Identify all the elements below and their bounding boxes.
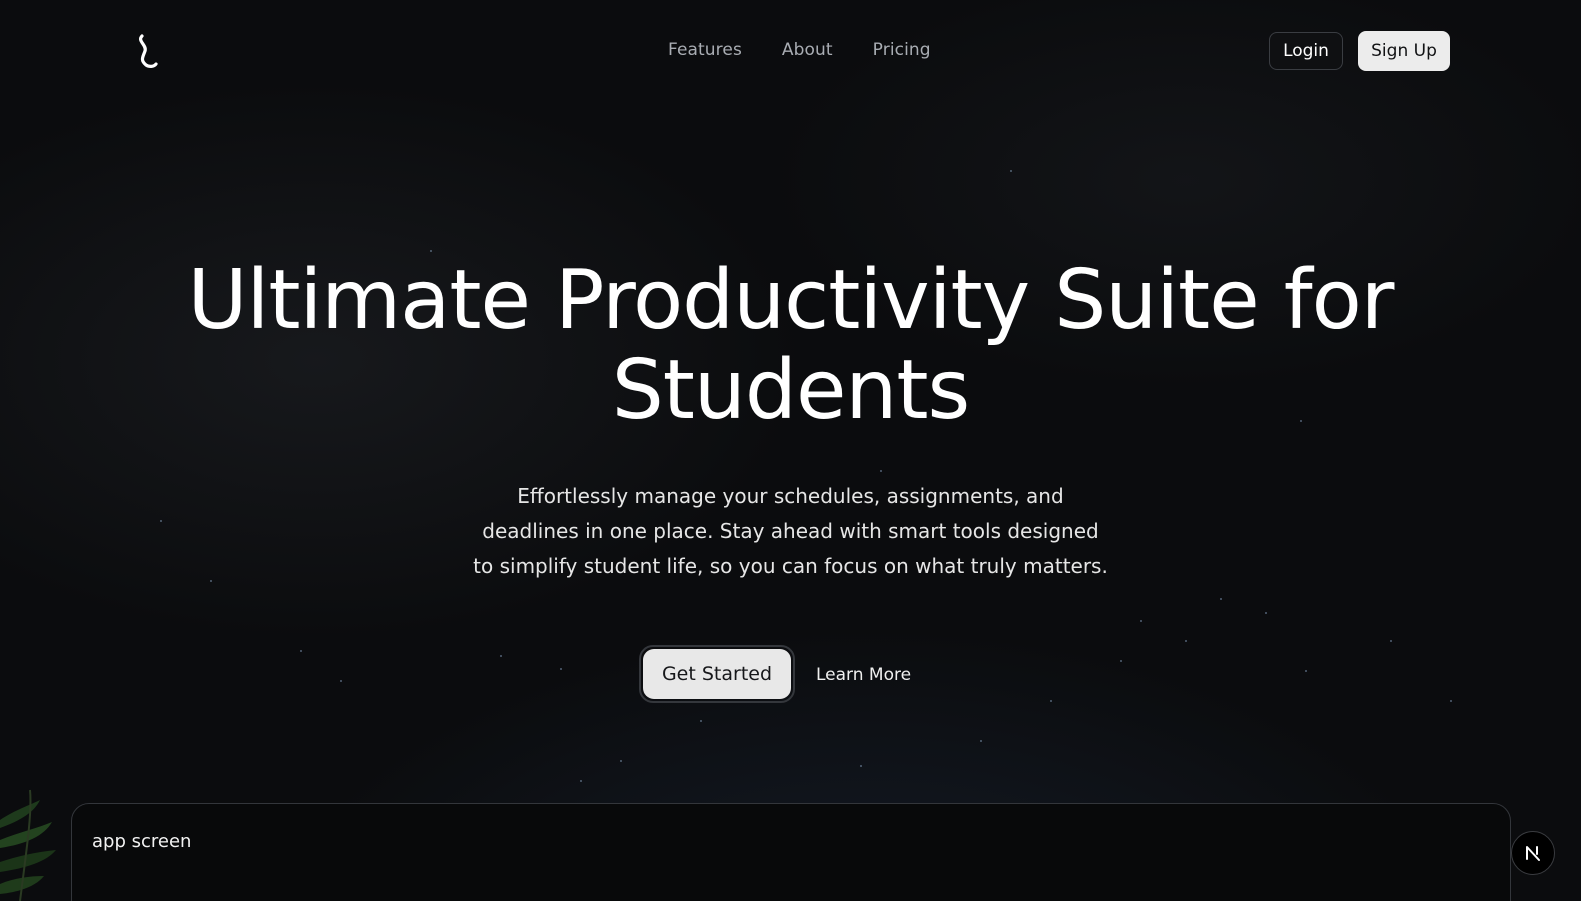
nav-link-about[interactable]: About	[782, 40, 833, 60]
hero-title-line-2: Students	[611, 343, 971, 438]
squiggle-logo-icon[interactable]	[134, 32, 164, 72]
login-button[interactable]: Login	[1269, 32, 1343, 70]
get-started-button-ring: Get Started	[639, 645, 795, 703]
hero-subtitle: Effortlessly manage your schedules, assi…	[473, 484, 1108, 578]
site-header: Features About Pricing Login Sign Up	[0, 0, 1581, 104]
nav-link-features[interactable]: Features	[668, 40, 742, 60]
sign-up-button[interactable]: Sign Up	[1358, 31, 1450, 71]
main-nav: Features About Pricing	[668, 40, 931, 60]
page-background	[0, 0, 1581, 901]
learn-more-link[interactable]: Learn More	[816, 660, 911, 690]
get-started-button[interactable]: Get Started	[643, 649, 791, 699]
plant-leaves-decoration	[0, 780, 60, 901]
nav-link-pricing[interactable]: Pricing	[873, 40, 931, 60]
app-screen-preview: app screen	[71, 803, 1511, 901]
hero-title: Ultimate Productivity Suite for Students	[0, 256, 1581, 436]
next-n-icon[interactable]	[1511, 831, 1555, 875]
app-screen-label: app screen	[92, 831, 192, 852]
hero-title-line-1: Ultimate Productivity Suite for	[187, 253, 1395, 348]
